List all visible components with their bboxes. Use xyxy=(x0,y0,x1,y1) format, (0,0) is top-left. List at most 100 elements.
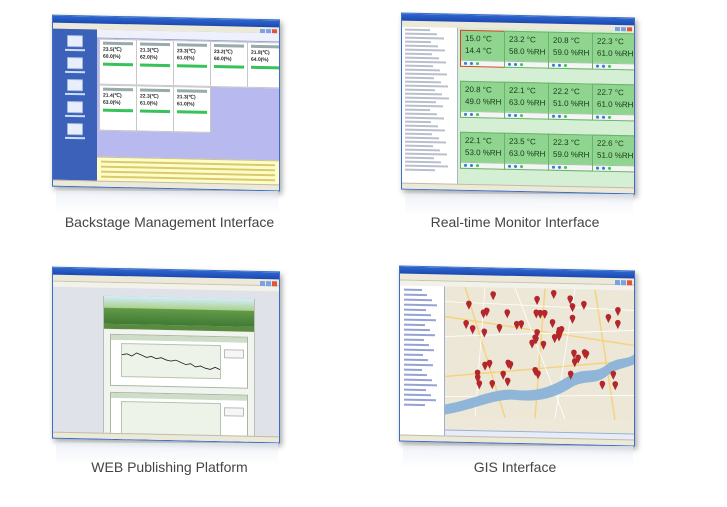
layer-item[interactable] xyxy=(404,313,431,317)
layer-list[interactable] xyxy=(400,285,445,437)
tree-item[interactable] xyxy=(405,80,441,84)
map-view[interactable] xyxy=(444,286,635,441)
tree-item[interactable] xyxy=(405,76,434,80)
tree-item[interactable] xyxy=(405,168,435,172)
tree-item[interactable] xyxy=(405,28,430,32)
tree-item[interactable] xyxy=(405,48,445,52)
layer-item[interactable] xyxy=(404,303,437,307)
sidebar-icon[interactable] xyxy=(67,34,83,48)
tree-item[interactable] xyxy=(405,68,440,72)
sensor-card[interactable]: 21.3(℃) 61.0(%) xyxy=(173,86,211,133)
sensor-cell[interactable]: 22.6 °C 51.0 %RH xyxy=(592,134,635,173)
sensor-card[interactable]: 21.8(℃) 64.0(%) xyxy=(247,41,280,89)
cell-humidity: 14.4 °C xyxy=(465,45,492,56)
device-tree[interactable] xyxy=(402,26,458,185)
layer-item[interactable] xyxy=(404,328,430,332)
tree-item[interactable] xyxy=(405,116,444,120)
sensor-cell[interactable]: 15.0 °C 14.4 °C xyxy=(460,29,505,68)
tree-item[interactable] xyxy=(405,40,431,44)
window-controls[interactable] xyxy=(614,272,632,286)
layer-item[interactable] xyxy=(404,403,425,407)
layer-item[interactable] xyxy=(404,288,422,292)
backstage-screenshot[interactable]: 23.5(℃) 60.0(%) 21.3(℃) 62.0(%) 23.3(℃) 61.0(… xyxy=(52,14,280,192)
sensor-cell[interactable]: 22.7 °C 61.0 %RH xyxy=(592,83,635,122)
layer-item[interactable] xyxy=(404,373,427,377)
layer-item[interactable] xyxy=(404,308,426,312)
layer-item[interactable] xyxy=(404,343,429,347)
layer-item[interactable] xyxy=(404,358,428,362)
sensor-card[interactable]: 23.3(℃) 61.0(%) xyxy=(173,40,211,87)
tree-item[interactable] xyxy=(405,52,432,56)
tree-item[interactable] xyxy=(405,152,447,156)
sensor-cell[interactable]: 23.5 °C 63.0 %RH xyxy=(504,132,549,171)
window-controls[interactable] xyxy=(259,273,277,287)
tree-item[interactable] xyxy=(405,64,433,68)
tree-item[interactable] xyxy=(405,100,436,104)
layer-item[interactable] xyxy=(404,368,422,372)
layer-item[interactable] xyxy=(404,353,423,357)
tree-item[interactable] xyxy=(405,132,432,136)
sidebar-icon[interactable] xyxy=(67,122,83,136)
sidebar-icon[interactable] xyxy=(67,100,83,114)
layer-item[interactable] xyxy=(404,298,432,302)
tree-item[interactable] xyxy=(405,136,439,140)
sensor-card[interactable]: 21.3(℃) 62.0(%) xyxy=(136,39,174,87)
gis-screenshot[interactable] xyxy=(399,265,635,447)
monitor-screenshot[interactable]: 15.0 °C 14.4 °C 23.2 °C 58.0 %RH 20.8 °C 59.0… xyxy=(401,12,635,195)
tree-item[interactable] xyxy=(405,148,440,152)
layer-item[interactable] xyxy=(404,393,431,397)
tree-item[interactable] xyxy=(405,144,433,148)
layer-item[interactable] xyxy=(404,388,426,392)
tree-item[interactable] xyxy=(405,160,441,164)
sensor-card[interactable]: 21.4(℃) 63.0(%) xyxy=(99,84,137,132)
tree-item[interactable] xyxy=(405,108,430,112)
layer-item[interactable] xyxy=(404,293,427,297)
sensor-cell[interactable]: 22.3 °C 59.0 %RH xyxy=(548,133,593,172)
sensor-cell[interactable]: 22.1 °C 63.0 %RH xyxy=(504,81,549,120)
tree-item[interactable] xyxy=(405,36,444,40)
tree-item[interactable] xyxy=(405,84,448,88)
cell-temperature: 23.5 °C xyxy=(509,136,536,147)
window-controls[interactable] xyxy=(614,19,632,33)
tree-item[interactable] xyxy=(405,56,439,60)
layer-item[interactable] xyxy=(404,363,433,367)
layer-item[interactable] xyxy=(404,383,437,387)
layer-item[interactable] xyxy=(404,378,432,382)
window-controls[interactable] xyxy=(259,21,277,35)
tree-item[interactable] xyxy=(405,156,434,160)
sensor-cell[interactable]: 23.2 °C 58.0 %RH xyxy=(504,30,549,69)
sensor-card[interactable]: 22.3(℃) 61.0(%) xyxy=(136,85,174,133)
sensor-cell[interactable]: 20.8 °C 49.0 %RH xyxy=(460,80,505,119)
tree-item[interactable] xyxy=(405,96,449,100)
tree-item[interactable] xyxy=(405,124,438,128)
sensor-card[interactable]: 23.2(℃) 60.0(%) xyxy=(210,40,248,88)
layer-item[interactable] xyxy=(404,348,434,352)
tree-item[interactable] xyxy=(405,44,438,48)
sensor-cell[interactable]: 20.8 °C 59.0 %RH xyxy=(548,31,593,70)
tree-item[interactable] xyxy=(405,112,437,116)
layer-item[interactable] xyxy=(404,398,436,402)
sensor-cell[interactable]: 22.3 °C 61.0 %RH xyxy=(592,32,635,71)
tree-item[interactable] xyxy=(405,92,442,96)
chart-control[interactable] xyxy=(224,349,244,359)
layer-item[interactable] xyxy=(404,323,425,327)
tree-item[interactable] xyxy=(405,104,443,108)
web-screenshot[interactable] xyxy=(52,266,280,444)
tree-item[interactable] xyxy=(405,72,447,76)
sensor-cell[interactable]: 22.1 °C 53.0 %RH xyxy=(460,131,505,170)
chart-control[interactable] xyxy=(224,407,244,417)
tree-item[interactable] xyxy=(405,120,431,124)
layer-item[interactable] xyxy=(404,318,436,322)
layer-item[interactable] xyxy=(404,338,424,342)
tree-item[interactable] xyxy=(405,128,445,132)
sensor-cell[interactable]: 22.2 °C 51.0 %RH xyxy=(548,82,593,121)
sensor-card[interactable]: 23.5(℃) 60.0(%) xyxy=(99,38,137,86)
tree-item[interactable] xyxy=(405,140,446,144)
sidebar-icon[interactable] xyxy=(67,56,83,70)
tree-item[interactable] xyxy=(405,88,435,92)
tree-item[interactable] xyxy=(405,60,446,64)
tree-item[interactable] xyxy=(405,32,437,36)
sidebar-icon[interactable] xyxy=(67,78,83,92)
layer-item[interactable] xyxy=(404,333,435,337)
tree-item[interactable] xyxy=(405,164,448,168)
